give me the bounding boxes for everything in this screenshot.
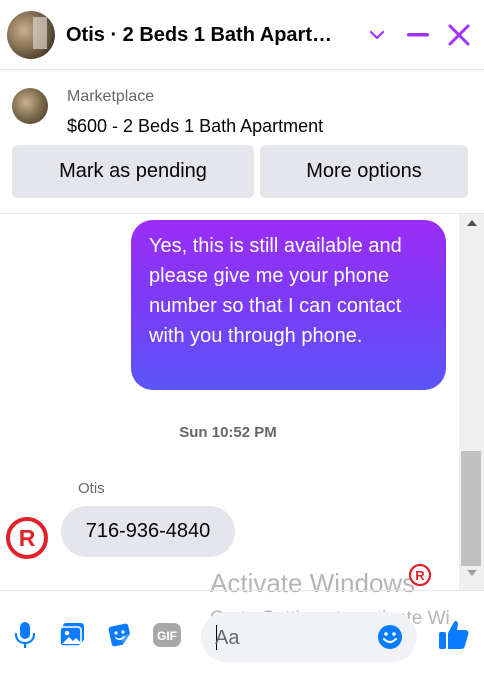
microphone-icon[interactable] bbox=[9, 619, 41, 651]
sender-name: Otis bbox=[78, 480, 105, 497]
scroll-down-arrow-icon[interactable] bbox=[459, 570, 484, 584]
emoji-icon[interactable] bbox=[376, 623, 404, 651]
svg-text:R: R bbox=[415, 568, 425, 583]
more-options-button[interactable]: More options bbox=[260, 145, 468, 198]
message-composer[interactable] bbox=[201, 612, 417, 662]
close-icon[interactable] bbox=[444, 20, 474, 50]
listing-title[interactable]: $600 - 2 Beds 1 Bath Apartment bbox=[67, 116, 323, 137]
photo-icon[interactable] bbox=[56, 619, 88, 651]
mark-as-pending-button[interactable]: Mark as pending bbox=[12, 145, 254, 198]
message-input[interactable] bbox=[215, 625, 375, 651]
chat-header: Otis · 2 Beds 1 Bath Apart… bbox=[0, 0, 484, 70]
contact-avatar[interactable] bbox=[7, 11, 55, 59]
scroll-thumb[interactable] bbox=[461, 451, 481, 566]
minimize-icon[interactable] bbox=[403, 20, 433, 50]
svg-text:R: R bbox=[19, 525, 36, 551]
divider bbox=[0, 213, 484, 214]
like-icon[interactable] bbox=[437, 618, 471, 652]
gif-label: GIF bbox=[157, 629, 177, 643]
sender-avatar[interactable]: R bbox=[5, 516, 49, 560]
sticker-icon[interactable] bbox=[104, 619, 136, 651]
marketplace-label: Marketplace bbox=[67, 88, 155, 105]
incoming-message[interactable]: 716-936-4840 bbox=[61, 506, 235, 557]
scroll-up-arrow-icon[interactable] bbox=[459, 220, 484, 234]
watermark-line-1: Activate Windows bbox=[210, 568, 416, 598]
chevron-down-icon[interactable] bbox=[362, 20, 392, 50]
message-timestamp: Sun 10:52 PM bbox=[179, 424, 277, 441]
listing-thumbnail[interactable] bbox=[12, 88, 48, 124]
scrollbar[interactable] bbox=[459, 214, 484, 590]
chat-title[interactable]: Otis · 2 Beds 1 Bath Apart… bbox=[66, 24, 348, 47]
divider bbox=[0, 590, 484, 591]
outgoing-message[interactable]: Yes, this is still available and please … bbox=[131, 220, 446, 390]
registered-mark-icon: R bbox=[408, 563, 432, 587]
gif-icon[interactable]: GIF bbox=[151, 619, 183, 651]
